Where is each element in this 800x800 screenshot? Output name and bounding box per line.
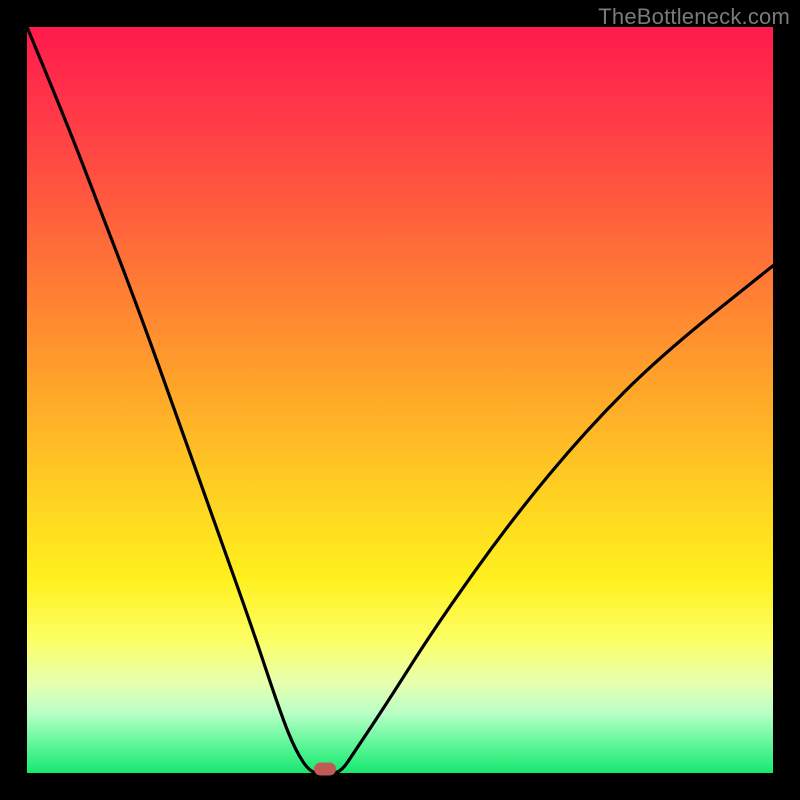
plot-area <box>27 27 773 773</box>
chart-frame: TheBottleneck.com <box>0 0 800 800</box>
minimum-marker <box>314 763 336 776</box>
bottleneck-curve <box>27 27 773 773</box>
